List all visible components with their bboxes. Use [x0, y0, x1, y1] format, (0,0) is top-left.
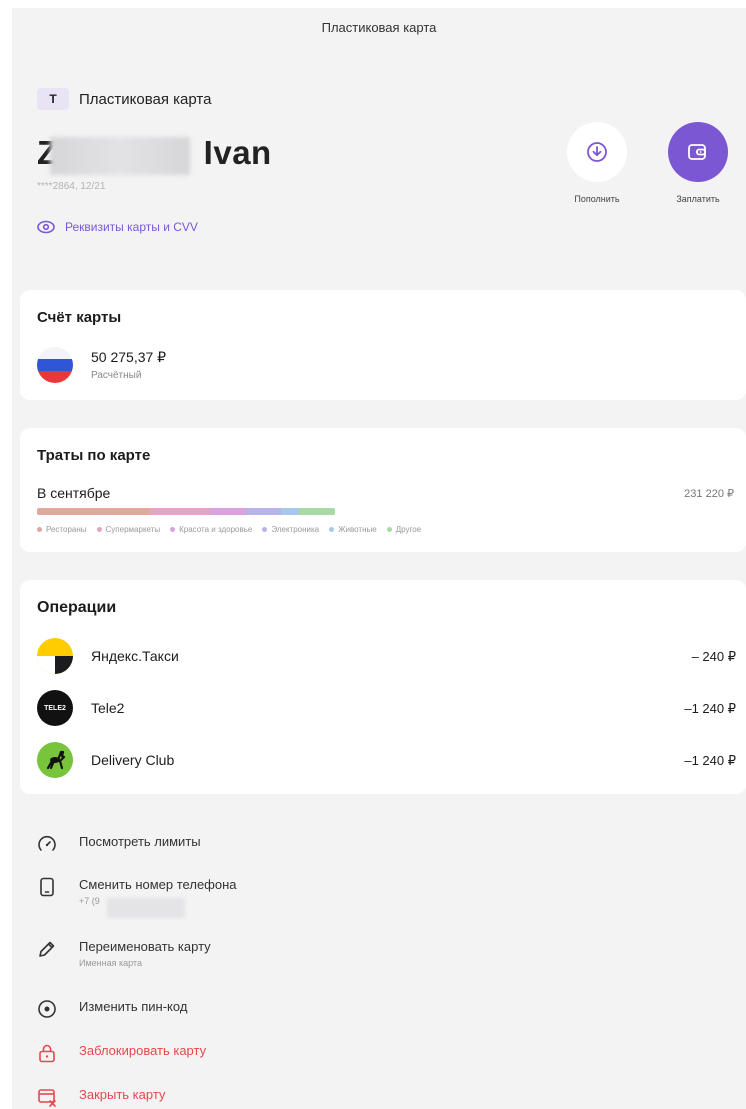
russia-flag-icon [37, 347, 73, 383]
operation-row[interactable]: TELE2 Tele2 –1 240 ₽ [20, 690, 746, 734]
legend-dot [329, 527, 335, 532]
spending-legend: Рестораны Супермаркеты Красота и здоровье Э… [37, 525, 431, 534]
menu-label: Сменить номер телефона [79, 877, 237, 892]
operation-name: Яндекс.Такси [91, 648, 179, 664]
spending-title: Траты по карте [37, 447, 151, 464]
menu-view-limits[interactable]: Посмотреть лимиты [37, 834, 201, 854]
legend-item: Супермаркеты [96, 525, 161, 534]
operation-row[interactable]: Яндекс.Такси – 240 ₽ [20, 638, 746, 682]
close-card-icon [37, 1087, 57, 1107]
tele2-logo-text: TELE2 [44, 704, 66, 712]
account-title: Счёт карты [37, 309, 122, 326]
menu-label: Заблокировать карту [79, 1043, 207, 1058]
yandex-taxi-logo-icon [37, 638, 73, 674]
operation-name: Tele2 [91, 700, 125, 716]
menu-change-pin[interactable]: Изменить пин-код [37, 999, 187, 1019]
operation-amount: –1 240 ₽ [684, 701, 736, 716]
legend-item: Другое [386, 525, 422, 534]
operation-amount: –1 240 ₽ [684, 753, 736, 768]
legend-label: Животные [338, 525, 377, 534]
legend-item: Животные [329, 525, 377, 534]
account-balance: 50 275,37 ₽ [91, 349, 167, 365]
legend-label: Другое [395, 525, 422, 534]
delivery-club-logo-icon [37, 742, 73, 778]
spending-category-bar [37, 508, 335, 515]
lock-icon [37, 1043, 57, 1063]
menu-label: Переименовать карту [79, 939, 211, 954]
spending-bar-segment [37, 508, 151, 515]
redacted-name-blur [50, 137, 190, 175]
pay-button[interactable]: Заплатить [658, 122, 738, 204]
spending-total: 231 220 ₽ [684, 488, 734, 500]
card-number-expiry: ****2864, 12/21 [37, 181, 106, 192]
account-type: Расчётный [91, 370, 142, 381]
tele2-logo-icon: TELE2 [37, 690, 73, 726]
speedometer-icon [37, 834, 57, 854]
card-account-panel[interactable]: Счёт карты 50 275,37 ₽ Расчётный [20, 290, 746, 400]
operations-title: Операции [37, 599, 117, 616]
wallet-icon [688, 144, 706, 160]
spending-bar-segment [150, 508, 210, 515]
card-details-label: Реквизиты карты и CVV [65, 220, 198, 234]
operation-name: Delivery Club [91, 752, 175, 768]
eye-icon [37, 220, 55, 234]
legend-dot [96, 527, 102, 532]
menu-block-card[interactable]: Заблокировать карту [37, 1043, 206, 1063]
operation-row[interactable]: Delivery Club –1 240 ₽ [20, 742, 746, 786]
menu-label: Закрыть карту [79, 1087, 166, 1102]
menu-label: Посмотреть лимиты [79, 834, 201, 849]
spending-period: В сентябре [37, 485, 111, 501]
pin-dot-icon [37, 999, 57, 1019]
card-product-chip: Т Пластиковая карта [37, 88, 211, 110]
top-up-button[interactable]: Пополнить [557, 122, 637, 204]
menu-sublabel: Именная карта [79, 958, 142, 968]
legend-item: Красота и здоровье [170, 525, 252, 534]
legend-label: Красота и здоровье [179, 525, 253, 534]
card-holder-suffix: Ivan [203, 134, 272, 171]
legend-dot [37, 527, 42, 532]
spending-bar-segment [209, 508, 246, 515]
spending-bar-segment [245, 508, 282, 515]
legend-dot [170, 527, 176, 532]
menu-close-card[interactable]: Закрыть карту [37, 1087, 165, 1107]
legend-item: Рестораны [37, 525, 87, 534]
top-up-label: Пополнить [574, 194, 620, 204]
legend-item: Электроника [262, 525, 319, 534]
page-title: Пластиковая карта [321, 20, 437, 35]
menu-rename-card[interactable]: Переименовать карту Именная карта [37, 939, 211, 968]
pencil-icon [37, 939, 57, 959]
download-arrow-icon [587, 142, 607, 162]
bank-logo-badge: Т [37, 88, 69, 110]
spending-bar-segment [299, 508, 335, 515]
card-spending-panel[interactable]: Траты по карте В сентябре 231 220 ₽ Рест… [20, 428, 746, 552]
redacted-phone-blur [107, 898, 185, 918]
card-details-link[interactable]: Реквизиты карты и CVV [37, 220, 198, 234]
operation-amount: – 240 ₽ [691, 649, 736, 664]
spending-bar-segment [281, 508, 300, 515]
legend-label: Рестораны [46, 525, 87, 534]
card-product-label: Пластиковая карта [79, 90, 212, 108]
legend-label: Супермаркеты [105, 525, 161, 534]
legend-dot [262, 527, 268, 532]
phone-icon [37, 877, 57, 897]
pay-label: Заплатить [676, 194, 720, 204]
operations-panel: Операции Яндекс.Такси – 240 ₽ TELE2 Tele… [20, 580, 746, 794]
pay-circle [668, 122, 728, 182]
menu-label: Изменить пин-код [79, 999, 188, 1014]
legend-dot [386, 527, 392, 532]
legend-label: Электроника [271, 525, 320, 534]
top-up-circle [567, 122, 627, 182]
